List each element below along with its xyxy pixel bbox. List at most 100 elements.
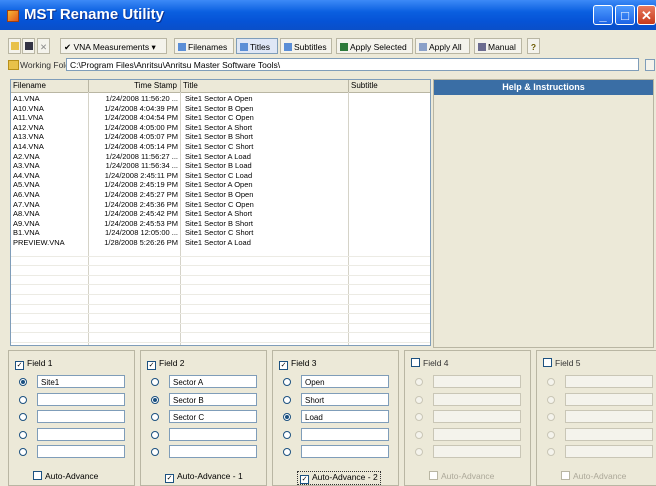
auto-advance-label: Auto-Advance bbox=[573, 471, 627, 481]
table-row[interactable]: A2.VNA 1/24/2008 11:56:27 ... Site1 Sector… bbox=[11, 152, 430, 161]
option-radio[interactable] bbox=[283, 378, 291, 386]
field-3-checkbox[interactable]: ✓ Field 3 bbox=[279, 358, 317, 370]
manual-button[interactable]: Manual bbox=[474, 38, 522, 54]
filename-cell: A11.VNA bbox=[13, 113, 44, 123]
option-text-field[interactable]: Open bbox=[301, 375, 389, 388]
apply-all-label: Apply All bbox=[429, 42, 462, 52]
field-option-row bbox=[281, 427, 396, 441]
table-row[interactable]: PREVIEW.VNA 1/28/2008 5:26:26 PM Site1 Sec… bbox=[11, 238, 430, 247]
option-text-field[interactable]: Short bbox=[301, 392, 389, 406]
field-label: Field 3 bbox=[291, 358, 317, 368]
option-radio[interactable] bbox=[19, 413, 27, 421]
maximize-button[interactable]: □ bbox=[615, 5, 635, 25]
checkbox-icon: ✓ bbox=[300, 475, 309, 484]
column-header-subtitle[interactable]: Subtitle bbox=[349, 80, 430, 92]
question-icon: ? bbox=[530, 42, 537, 52]
table-row[interactable]: A1.VNA 1/24/2008 11:56:20 ... Site1 Sector… bbox=[11, 94, 430, 103]
table-row[interactable]: A11.VNA 1/24/2008 4:04:54 PM Site1 Sector … bbox=[11, 113, 430, 122]
title-cell: Site1 Sector A Open bbox=[185, 180, 253, 190]
option-text-field[interactable] bbox=[169, 427, 257, 441]
titles-button[interactable]: Titles bbox=[236, 38, 278, 54]
table-row[interactable]: A3.VNA 1/24/2008 11:56:34 ... Site1 Sector… bbox=[11, 161, 430, 170]
field-label: Field 5 bbox=[555, 358, 581, 368]
minimize-button[interactable]: _ bbox=[593, 5, 613, 25]
file-table[interactable]: Filename Time Stamp Title Subtitle A1.VN… bbox=[10, 79, 431, 346]
table-row[interactable]: A13.VNA 1/24/2008 4:05:07 PM Site1 Sector … bbox=[11, 132, 430, 141]
option-text-field[interactable] bbox=[301, 427, 389, 441]
option-text-field[interactable] bbox=[169, 445, 257, 458]
fields-area: ✓ Field 1 Site1 Auto-Advance ✓ Field 2 Sector … bbox=[8, 350, 656, 486]
option-radio[interactable] bbox=[283, 395, 291, 404]
option-text-field[interactable]: Sector A bbox=[169, 375, 257, 388]
save-button[interactable] bbox=[22, 38, 35, 54]
option-text-field[interactable]: Load bbox=[301, 410, 389, 423]
option-text-field[interactable] bbox=[37, 392, 125, 406]
field-2-checkbox[interactable]: ✓ Field 2 bbox=[147, 358, 185, 370]
checkbox-icon: ✓ bbox=[279, 361, 288, 370]
option-text-field[interactable]: Sector C bbox=[169, 410, 257, 423]
table-row[interactable]: A8.VNA 1/24/2008 2:45:42 PM Site1 Sector A… bbox=[11, 209, 430, 218]
open-folder-button[interactable] bbox=[8, 38, 21, 54]
table-row[interactable]: A10.VNA 1/24/2008 4:04:39 PM Site1 Sector … bbox=[11, 104, 430, 113]
table-row[interactable]: A12.VNA 1/24/2008 4:05:00 PM Site1 Sector … bbox=[11, 123, 430, 132]
auto-advance-label: Auto-Advance bbox=[45, 471, 99, 481]
field-option-row bbox=[17, 410, 132, 423]
filenames-button[interactable]: Filenames bbox=[174, 38, 234, 54]
column-header-title[interactable]: Title bbox=[181, 80, 349, 92]
empty-row-line bbox=[11, 342, 430, 343]
browse-folder-icon[interactable] bbox=[645, 59, 655, 71]
subtitles-button[interactable]: Subtitles bbox=[280, 38, 332, 54]
table-row[interactable]: A4.VNA 1/24/2008 2:45:11 PM Site1 Sector C… bbox=[11, 171, 430, 180]
option-text-field[interactable]: Sector B bbox=[169, 392, 257, 406]
column-header-time-stamp[interactable]: Time Stamp bbox=[89, 80, 181, 92]
help-button[interactable]: ? bbox=[527, 38, 540, 54]
field-4-checkbox[interactable]: Field 4 bbox=[411, 358, 449, 368]
help-panel: Help & Instructions bbox=[433, 79, 654, 348]
delete-button[interactable]: ✕ bbox=[37, 38, 50, 54]
working-folder-field[interactable]: C:\Program Files\Anritsu\Anritsu Master … bbox=[66, 58, 639, 71]
option-radio bbox=[547, 378, 555, 386]
table-row[interactable]: B1.VNA 1/24/2008 12:05:00 ... Site1 Sector… bbox=[11, 228, 430, 237]
option-radio[interactable] bbox=[151, 430, 159, 439]
field-option-row bbox=[281, 445, 396, 458]
option-radio[interactable] bbox=[283, 448, 291, 456]
table-row[interactable]: A6.VNA 1/24/2008 2:45:27 PM Site1 Sector B… bbox=[11, 190, 430, 199]
table-row[interactable]: A5.VNA 1/24/2008 2:45:19 PM Site1 Sector A… bbox=[11, 180, 430, 189]
option-radio[interactable] bbox=[151, 448, 159, 456]
auto-advance-checkbox[interactable]: ✓ Auto-Advance - 2 bbox=[297, 471, 381, 485]
field-group-5: Field 5 Auto-Advance bbox=[536, 350, 656, 486]
option-radio[interactable] bbox=[151, 413, 159, 421]
option-text-field[interactable] bbox=[301, 445, 389, 458]
option-radio[interactable] bbox=[151, 395, 159, 404]
apply-selected-button[interactable]: Apply Selected bbox=[336, 38, 413, 54]
time-stamp-cell: 1/24/2008 2:45:11 PM bbox=[104, 170, 178, 180]
table-row[interactable]: A7.VNA 1/24/2008 2:45:36 PM Site1 Sector C… bbox=[11, 200, 430, 209]
option-text-field bbox=[565, 445, 653, 458]
table-row[interactable]: A9.VNA 1/24/2008 2:45:53 PM Site1 Sector B… bbox=[11, 219, 430, 228]
option-radio[interactable] bbox=[151, 378, 159, 386]
auto-advance-checkbox[interactable]: Auto-Advance bbox=[33, 471, 98, 481]
filename-cell: A10.VNA bbox=[13, 103, 44, 113]
empty-row-line bbox=[11, 313, 430, 315]
field-1-checkbox[interactable]: ✓ Field 1 bbox=[15, 358, 53, 370]
option-text-field[interactable]: Site1 bbox=[37, 375, 125, 388]
option-radio[interactable] bbox=[19, 430, 27, 439]
vna-measurements-dropdown[interactable]: ✔ VNA Measurements ▾ bbox=[60, 38, 167, 54]
option-text-field[interactable] bbox=[37, 427, 125, 441]
close-button[interactable]: ✕ bbox=[637, 5, 656, 25]
option-text-field[interactable] bbox=[37, 445, 125, 458]
title-cell: Site1 Sector C Load bbox=[185, 170, 253, 180]
auto-advance-checkbox[interactable]: ✓ Auto-Advance - 1 bbox=[165, 471, 243, 483]
option-radio[interactable] bbox=[283, 413, 291, 421]
option-radio[interactable] bbox=[19, 395, 27, 404]
column-header-filename[interactable]: Filename bbox=[11, 80, 89, 92]
table-row[interactable]: A14.VNA 1/24/2008 4:05:14 PM Site1 Sector … bbox=[11, 142, 430, 151]
apply-all-button[interactable]: Apply All bbox=[415, 38, 470, 54]
option-text-field[interactable] bbox=[37, 410, 125, 423]
option-radio[interactable] bbox=[19, 448, 27, 456]
time-stamp-cell: 1/24/2008 11:56:34 ... bbox=[105, 161, 178, 171]
option-radio[interactable] bbox=[283, 430, 291, 439]
field-5-checkbox[interactable]: Field 5 bbox=[543, 358, 581, 368]
option-radio[interactable] bbox=[19, 378, 27, 386]
title-cell: Site1 Sector A Short bbox=[185, 122, 253, 132]
